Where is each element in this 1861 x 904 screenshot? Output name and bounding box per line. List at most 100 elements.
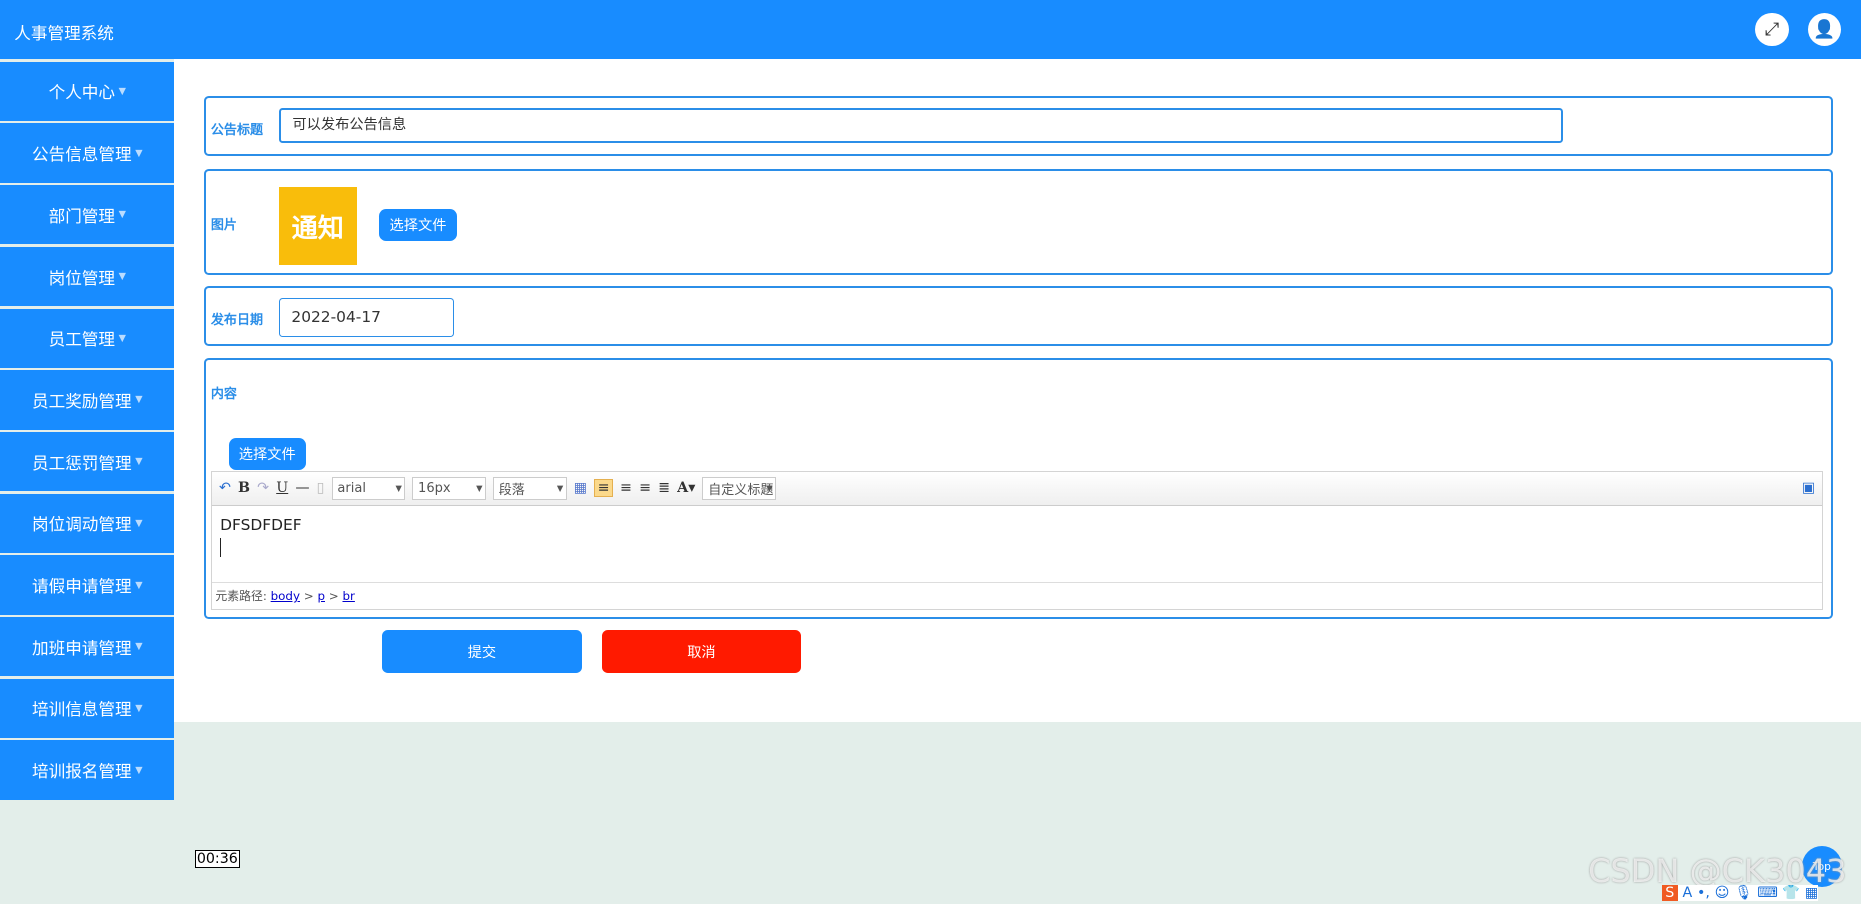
ime-toolbar: S A •, ☺ 🎙 ⌨ 👕 ▦ — [1661, 885, 1819, 902]
caret-down-icon: ▼ — [135, 456, 143, 468]
sidebar-item-label: 员工惩罚管理 — [31, 453, 132, 473]
sogou-icon[interactable]: S — [1661, 885, 1678, 902]
sidebar-item[interactable]: 部门管理 ▼ — [0, 185, 175, 245]
emoji-icon[interactable]: ☺ — [1715, 885, 1730, 901]
caret-down-icon: ▼ — [135, 641, 143, 653]
sidebar-item[interactable]: 员工管理 ▼ — [0, 308, 175, 368]
app-title: 人事管理系统 — [14, 24, 114, 44]
editor-text: DFSDFDEF — [220, 515, 302, 534]
caret-down-icon: ▼ — [118, 209, 126, 221]
caret-down-icon: ▼ — [118, 85, 126, 97]
fullscreen-expand-icon[interactable]: ⤢ — [1755, 13, 1789, 47]
sidebar-item-label: 培训报名管理 — [31, 762, 132, 782]
fullscreen-editor-icon[interactable]: ▣ — [1802, 480, 1815, 496]
editor-toolbar: ↶ B ↷ U — ▯ arial ▼ 16px ▼ 段落 ▼ ▦ ≡ ≡ ≡ ≣ A… — [211, 471, 1823, 507]
sidebar-item[interactable]: 个人中心 ▼ — [0, 61, 175, 122]
cancel-button[interactable]: 取消 — [601, 630, 802, 673]
sidebar-item-label: 加班申请管理 — [31, 638, 132, 658]
main-content: 公告标题 可以发布公告信息 图片 通知 选择文件 发布日期 2022-04-17… — [174, 59, 1861, 722]
sidebar-item[interactable]: 员工惩罚管理 ▼ — [0, 431, 175, 492]
content-label: 内容 — [210, 386, 237, 402]
notice-image: 通知 — [278, 187, 357, 266]
page: 人事管理系统 ⤢ 👤 个人中心 ▼ 公告信息管理 ▼ 部门管理 ▼ 岗位管理 ▼ 员工管理 ▼ 员工… — [0, 0, 1861, 904]
image-row: 图片 通知 选择文件 — [204, 168, 1833, 275]
align-justify-icon[interactable]: ≣ — [658, 480, 670, 496]
sidebar-item[interactable]: 岗位调动管理 ▼ — [0, 493, 175, 553]
top-header: 人事管理系统 ⤢ 👤 — [0, 0, 1861, 60]
element-path-label: 元素路径: — [215, 588, 267, 603]
title-label: 公告标题 — [210, 123, 264, 139]
paragraph-value: 段落 — [498, 482, 525, 498]
font-family-select[interactable]: arial ▼ — [331, 476, 406, 501]
align-center-icon[interactable]: ≡ — [639, 480, 651, 496]
undo-icon[interactable]: ↶ — [219, 480, 231, 496]
custom-title-value: 自定义标题 — [708, 482, 774, 498]
date-row: 发布日期 2022-04-17 — [204, 286, 1833, 346]
choose-image-button[interactable]: 选择文件 — [379, 208, 457, 241]
sidebar-item-label: 岗位调动管理 — [31, 515, 132, 535]
path-br-link[interactable]: br — [342, 589, 354, 603]
content-row: 内容 选择文件 ↶ B ↷ U — ▯ arial ▼ 16px ▼ 段落 ▼ ▦ ≡… — [204, 358, 1833, 619]
sidebar-item-label: 个人中心 — [48, 83, 116, 103]
font-color-icon[interactable]: A▾ — [677, 480, 695, 496]
sidebar-item-label: 员工奖励管理 — [31, 391, 132, 411]
sidebar-item-label: 请假申请管理 — [31, 577, 132, 597]
date-input[interactable]: 2022-04-17 — [278, 297, 455, 337]
align-right-icon[interactable]: ≡ — [620, 480, 632, 496]
content-choose-file-button[interactable]: 选择文件 — [228, 437, 306, 470]
notice-image-text: 通知 — [291, 213, 344, 245]
caret-down-icon: ▼ — [135, 764, 143, 776]
font-size-value: 16px — [418, 480, 451, 496]
text-cursor — [220, 538, 222, 558]
sidebar-item[interactable]: 加班申请管理 ▼ — [0, 617, 175, 677]
image-label: 图片 — [210, 218, 237, 234]
sidebar-item[interactable]: 培训信息管理 ▼ — [0, 678, 175, 739]
date-label: 发布日期 — [210, 313, 264, 329]
sidebar-item-label: 员工管理 — [48, 330, 116, 350]
custom-title-select[interactable]: 自定义标题 ▼ — [702, 476, 777, 501]
table-icon[interactable]: ▦ — [574, 480, 587, 496]
sidebar-item-label: 岗位管理 — [48, 268, 116, 288]
sidebar-item[interactable]: 请假申请管理 ▼ — [0, 555, 175, 615]
keyboard-icon[interactable]: ⌨ — [1757, 885, 1778, 901]
title-row: 公告标题 可以发布公告信息 — [204, 96, 1833, 156]
page-icon[interactable]: ▯ — [317, 480, 325, 496]
sidebar-item-label: 培训信息管理 — [31, 700, 132, 720]
video-timer: 00:36 — [194, 849, 241, 868]
align-left-icon[interactable]: ≡ — [594, 479, 613, 498]
paragraph-select[interactable]: 段落 ▼ — [493, 476, 567, 501]
submit-button[interactable]: 提交 — [382, 630, 582, 673]
shirt-icon[interactable]: 👕 — [1782, 885, 1800, 901]
sidebar-item[interactable]: 员工奖励管理 ▼ — [0, 370, 175, 430]
path-p-link[interactable]: p — [317, 589, 325, 603]
user-icon[interactable]: 👤 — [1807, 13, 1841, 47]
sidebar-item[interactable]: 岗位管理 ▼ — [0, 246, 175, 307]
sidebar-item-label: 部门管理 — [48, 206, 116, 226]
caret-down-icon: ▼ — [135, 147, 143, 159]
sidebar: 个人中心 ▼ 公告信息管理 ▼ 部门管理 ▼ 岗位管理 ▼ 员工管理 ▼ 员工奖励管理 ▼ 员工惩罚管理… — [0, 61, 175, 802]
horizontal-rule-icon[interactable]: — — [295, 480, 309, 496]
title-input[interactable]: 可以发布公告信息 — [278, 107, 1563, 144]
mic-icon[interactable]: 🎙 — [1734, 885, 1752, 901]
caret-down-icon: ▼ — [135, 517, 143, 529]
bold-icon[interactable]: B — [238, 480, 250, 496]
sidebar-item[interactable]: 公告信息管理 ▼ — [0, 123, 175, 183]
ime-punct-icon[interactable]: •, — [1697, 885, 1710, 901]
sidebar-item-label: 公告信息管理 — [31, 145, 132, 165]
caret-down-icon: ▼ — [135, 702, 143, 714]
editor-content[interactable]: DFSDFDEF — [212, 506, 1823, 582]
caret-down-icon: ▼ — [118, 271, 126, 282]
rich-text-editor: ↶ B ↷ U — ▯ arial ▼ 16px ▼ 段落 ▼ ▦ ≡ ≡ ≡ ≣ A… — [210, 470, 1824, 611]
grid-icon[interactable]: ▦ — [1805, 885, 1818, 901]
sidebar-item[interactable]: 培训报名管理 ▼ — [0, 740, 175, 800]
ime-a-icon[interactable]: A — [1683, 885, 1693, 901]
path-body-link[interactable]: body — [271, 589, 300, 603]
element-path: 元素路径: body > p > br — [211, 581, 1823, 609]
caret-down-icon: ▼ — [118, 332, 126, 344]
underline-icon[interactable]: U — [276, 480, 288, 496]
font-family-value: arial — [337, 480, 366, 496]
caret-down-icon: ▼ — [135, 579, 143, 591]
font-size-select[interactable]: 16px ▼ — [412, 476, 486, 501]
caret-down-icon: ▼ — [135, 394, 143, 406]
redo-icon[interactable]: ↷ — [257, 480, 269, 496]
